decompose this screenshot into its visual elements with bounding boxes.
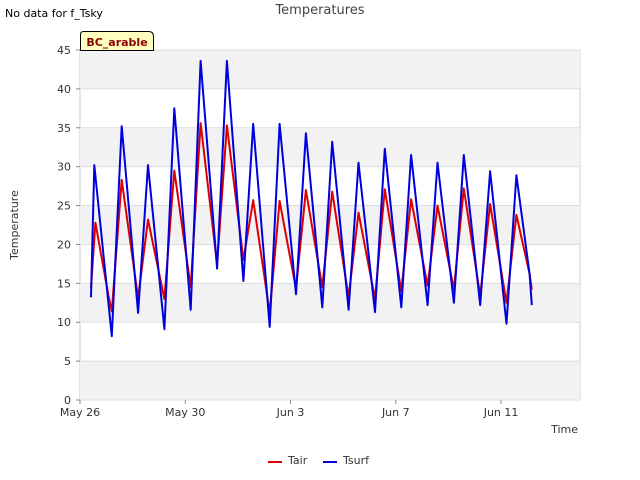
y-tick-label: 15: [57, 277, 71, 290]
x-tick-label: May 30: [165, 406, 205, 419]
y-axis-label: Temperature: [8, 190, 21, 261]
x-axis-label: Time: [550, 423, 578, 436]
y-tick-label: 5: [64, 355, 71, 368]
background-band: [80, 127, 580, 167]
no-data-note: No data for f_Tsky: [5, 7, 103, 20]
x-tick-label: Jun 11: [483, 406, 519, 419]
x-tick-label: May 26: [60, 406, 100, 419]
y-tick-label: 45: [57, 44, 71, 57]
y-tick-label: 20: [57, 238, 71, 251]
legend: Tair Tsurf: [268, 454, 370, 467]
y-tick-label: 35: [57, 122, 71, 135]
site-badge-label: BC_arable: [86, 36, 147, 49]
site-badge: BC_arable: [80, 31, 154, 51]
y-axis-ticks: 051015202530354045: [57, 44, 80, 407]
x-tick-label: Jun 7: [381, 406, 410, 419]
background-band: [80, 50, 580, 89]
y-tick-label: 40: [57, 83, 71, 96]
legend-label-tair: Tair: [287, 454, 308, 467]
background-band: [80, 361, 580, 400]
y-tick-label: 10: [57, 316, 71, 329]
y-tick-label: 25: [57, 200, 71, 213]
x-tick-label: Jun 3: [276, 406, 305, 419]
legend-label-tsurf: Tsurf: [342, 454, 370, 467]
y-tick-label: 30: [57, 161, 71, 174]
x-axis-ticks: May 26 May 30 Jun 3 Jun 7 Jun 11: [60, 400, 519, 419]
chart-title: Temperatures: [274, 3, 364, 18]
temperature-chart: 051015202530354045 May 26 May 30 Jun 3 Jun …: [5, 3, 581, 467]
